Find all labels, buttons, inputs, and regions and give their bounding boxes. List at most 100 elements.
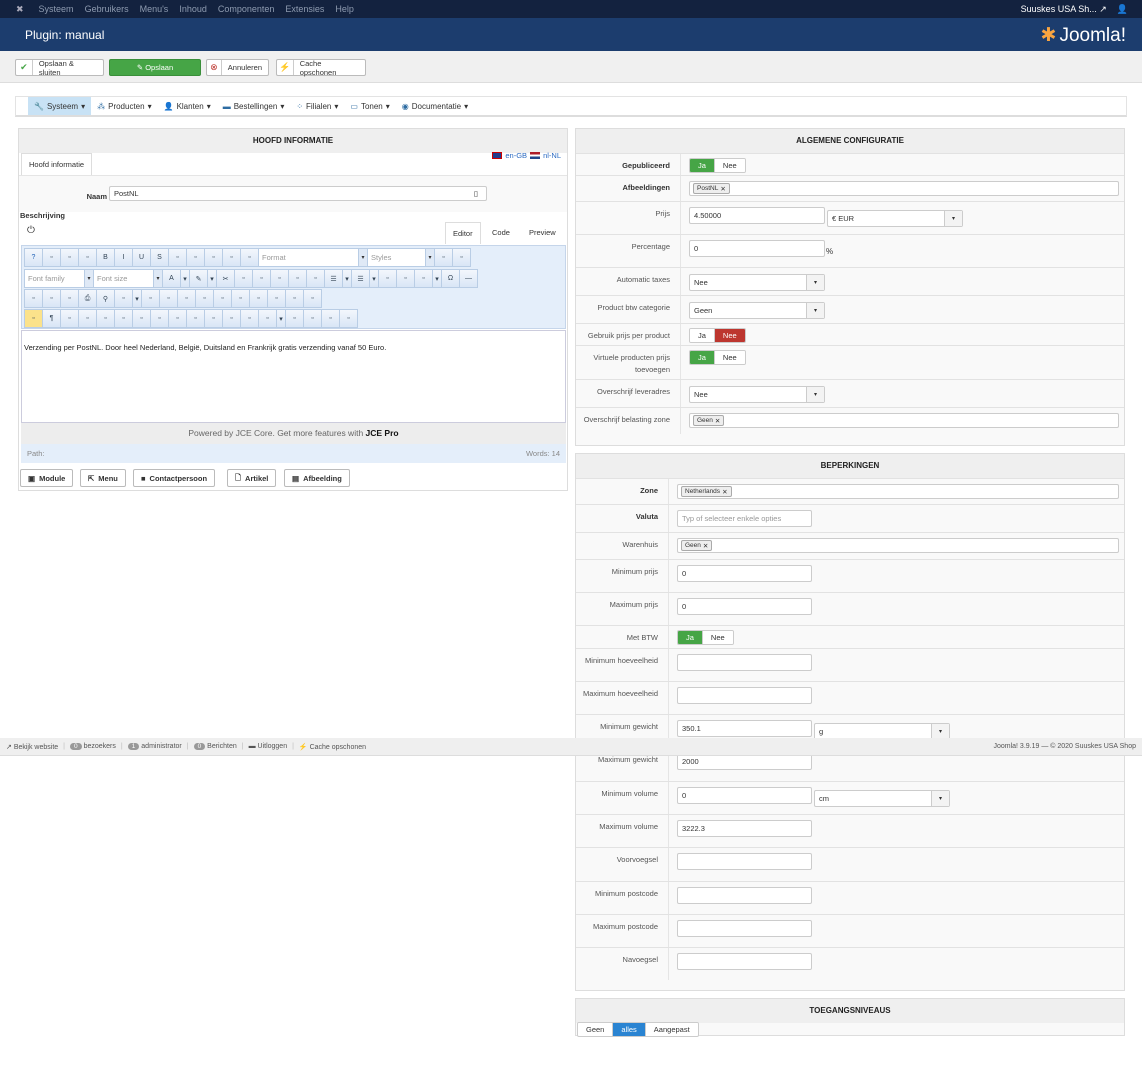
minimum-volume-unit-select[interactable]: cm ▾ xyxy=(814,790,950,807)
copy-icon[interactable]: ▫ xyxy=(234,269,253,288)
nav-componenten[interactable]: Componenten xyxy=(218,4,275,14)
blockquote-icon[interactable]: ▫ xyxy=(240,248,259,267)
minimum-gewicht-input[interactable]: 350.1 xyxy=(677,720,812,737)
help-icon[interactable]: ? xyxy=(24,248,43,267)
font-size-select[interactable]: Font size ▾ xyxy=(93,269,163,288)
align-center-icon[interactable]: ▫ xyxy=(186,248,205,267)
nav-extensies[interactable]: Extensies xyxy=(285,4,324,14)
image-button[interactable]: ▤ Afbeelding xyxy=(284,469,350,487)
table-insert-row-before-icon[interactable]: ▫ xyxy=(177,289,196,308)
fullscreen-icon[interactable]: ▫ xyxy=(60,289,79,308)
contact-button[interactable]: ■ Contactpersoon xyxy=(133,469,216,487)
remove-chip-icon[interactable]: ✕ xyxy=(703,542,708,550)
remove-chip-icon[interactable]: ✕ xyxy=(715,417,720,425)
toggle-no[interactable]: Nee xyxy=(713,159,745,172)
toggle-no[interactable]: Nee xyxy=(701,631,733,644)
bold-icon[interactable]: B xyxy=(96,248,115,267)
tab-preview[interactable]: Preview xyxy=(529,228,556,237)
nav-systeem[interactable]: Systeem xyxy=(39,4,74,14)
name-input[interactable]: PostNL ▯ xyxy=(109,186,487,201)
acronym-icon[interactable]: ▫ xyxy=(150,309,169,328)
toggle-yes[interactable]: Ja xyxy=(690,159,714,172)
logout-link[interactable]: ▬ Uitloggen xyxy=(249,743,288,750)
power-toggle-icon[interactable]: ⏻ xyxy=(27,225,35,236)
align-left-icon[interactable]: ▫ xyxy=(204,248,223,267)
toggle-no[interactable]: Nee xyxy=(713,329,745,342)
subscript-icon[interactable]: ▫ xyxy=(378,269,397,288)
product-btw-categorie-select[interactable]: Geen ▾ xyxy=(689,302,825,319)
menu-klanten[interactable]: 👤 Klanten ▾ xyxy=(158,97,217,115)
menu-bestellingen[interactable]: ▬ Bestellingen ▾ xyxy=(217,97,291,115)
clean-up-icon[interactable]: ▫ xyxy=(434,248,453,267)
zone-multiselect[interactable]: Netherlands ✕ xyxy=(677,484,1119,499)
minimum-volume-input[interactable]: 0 xyxy=(677,787,812,804)
user-menu-icon[interactable]: 👤 xyxy=(1117,4,1128,15)
table-insert-row-after-icon[interactable]: ▫ xyxy=(195,289,214,308)
cancel-button[interactable]: ⊗ Annuleren xyxy=(206,59,269,76)
minimum-prijs-input[interactable]: 0 xyxy=(677,565,812,582)
hr-insert-icon[interactable]: ▫ xyxy=(321,309,340,328)
print-icon[interactable]: ⎙ xyxy=(78,289,97,308)
article-button[interactable]: 🗋 Artikel xyxy=(227,469,277,487)
maximum-postcode-input[interactable] xyxy=(677,920,812,937)
nav-menus[interactable]: Menu's xyxy=(140,4,169,14)
table-split-icon[interactable]: ▫ xyxy=(285,289,304,308)
attributes-icon[interactable]: ▫ xyxy=(204,309,223,328)
toggle-no[interactable]: Nee xyxy=(713,351,745,364)
maximum-hoeveelheid-input[interactable] xyxy=(677,687,812,704)
messages[interactable]: 0 Berichten xyxy=(193,743,237,750)
unlink-icon[interactable]: ▫ xyxy=(240,309,259,328)
menu-filialen[interactable]: ⁘ Filialen ▾ xyxy=(290,97,344,115)
nav-help[interactable]: Help xyxy=(335,4,354,14)
template-icon[interactable]: ▫ xyxy=(60,309,79,328)
editor-content[interactable]: Verzending per PostNL. Door heel Nederla… xyxy=(21,330,566,423)
toggle-yes[interactable]: Ja xyxy=(690,351,714,364)
access-geen[interactable]: Geen xyxy=(578,1023,613,1036)
menu-tonen[interactable]: ▭ Tonen ▾ xyxy=(344,97,395,115)
site-link[interactable]: Suuskes USA Sh... ↗ xyxy=(1021,4,1107,15)
indent-icon[interactable]: ▫ xyxy=(288,269,307,288)
menu-systeem[interactable]: 🔧 Systeem ▾ xyxy=(28,97,92,115)
italic-icon[interactable]: I xyxy=(114,248,133,267)
layer-icon[interactable]: ▫ xyxy=(339,309,358,328)
link-icon[interactable]: ▫ xyxy=(258,309,277,328)
visual-aid-icon[interactable]: ▫ xyxy=(24,309,43,328)
menu-documentatie[interactable]: ◉ Documentatie ▾ xyxy=(396,97,474,115)
clear-cache-link[interactable]: ⚡ Cache opschonen xyxy=(299,743,366,751)
insertion-icon[interactable]: ▫ xyxy=(186,309,205,328)
table-col-before-icon[interactable]: ▫ xyxy=(231,289,250,308)
strikethrough-icon[interactable]: S xyxy=(150,248,169,267)
align-right-icon[interactable]: ▫ xyxy=(222,248,241,267)
outdent-icon[interactable]: ▫ xyxy=(306,269,325,288)
paint-brush-icon[interactable]: ▫ xyxy=(452,248,471,267)
tab-code[interactable]: Code xyxy=(492,228,510,237)
undo-icon[interactable]: ▫ xyxy=(60,248,79,267)
save-button[interactable]: ✎ Opslaan xyxy=(109,59,201,76)
tab-main-info[interactable]: Hoofd informatie xyxy=(21,153,93,175)
paste-icon[interactable]: ▫ xyxy=(252,269,271,288)
anchor-icon[interactable]: ▫ xyxy=(222,309,241,328)
charmap-sub-icon[interactable]: ▫ xyxy=(414,269,433,288)
voorvoegsel-input[interactable] xyxy=(677,853,812,870)
maximum-volume-input[interactable]: 3222.3 xyxy=(677,820,812,837)
menu-button[interactable]: ⇱ Menu xyxy=(80,469,126,487)
align-justify-icon[interactable]: ▫ xyxy=(168,248,187,267)
styles-select[interactable]: Styles ▾ xyxy=(367,248,435,267)
toggle-yes[interactable]: Ja xyxy=(690,329,714,342)
table-row-props-icon[interactable]: ▫ xyxy=(141,289,160,308)
deletion-icon[interactable]: ▫ xyxy=(168,309,187,328)
spellcheck-icon[interactable]: ▫ xyxy=(303,309,322,328)
access-alles[interactable]: alles xyxy=(612,1023,645,1036)
overschrijf-belasting-zone-multiselect[interactable]: Geen ✕ xyxy=(689,413,1119,428)
paste-text-icon[interactable]: ▫ xyxy=(270,269,289,288)
valuta-input[interactable]: Typ of selecteer enkele opties xyxy=(677,510,812,527)
automatic-taxes-select[interactable]: Nee ▾ xyxy=(689,274,825,291)
underline-icon[interactable]: U xyxy=(132,248,151,267)
style-props-icon[interactable]: ▫ xyxy=(96,309,115,328)
menu-producten[interactable]: ⁂ Producten ▾ xyxy=(91,97,157,115)
table-merge-icon[interactable]: ▫ xyxy=(303,289,322,308)
remove-chip-icon[interactable]: ✕ xyxy=(722,488,727,496)
minimum-hoeveelheid-input[interactable] xyxy=(677,654,812,671)
new-document-icon[interactable]: ▫ xyxy=(42,248,61,267)
redo-icon[interactable]: ▫ xyxy=(78,248,97,267)
